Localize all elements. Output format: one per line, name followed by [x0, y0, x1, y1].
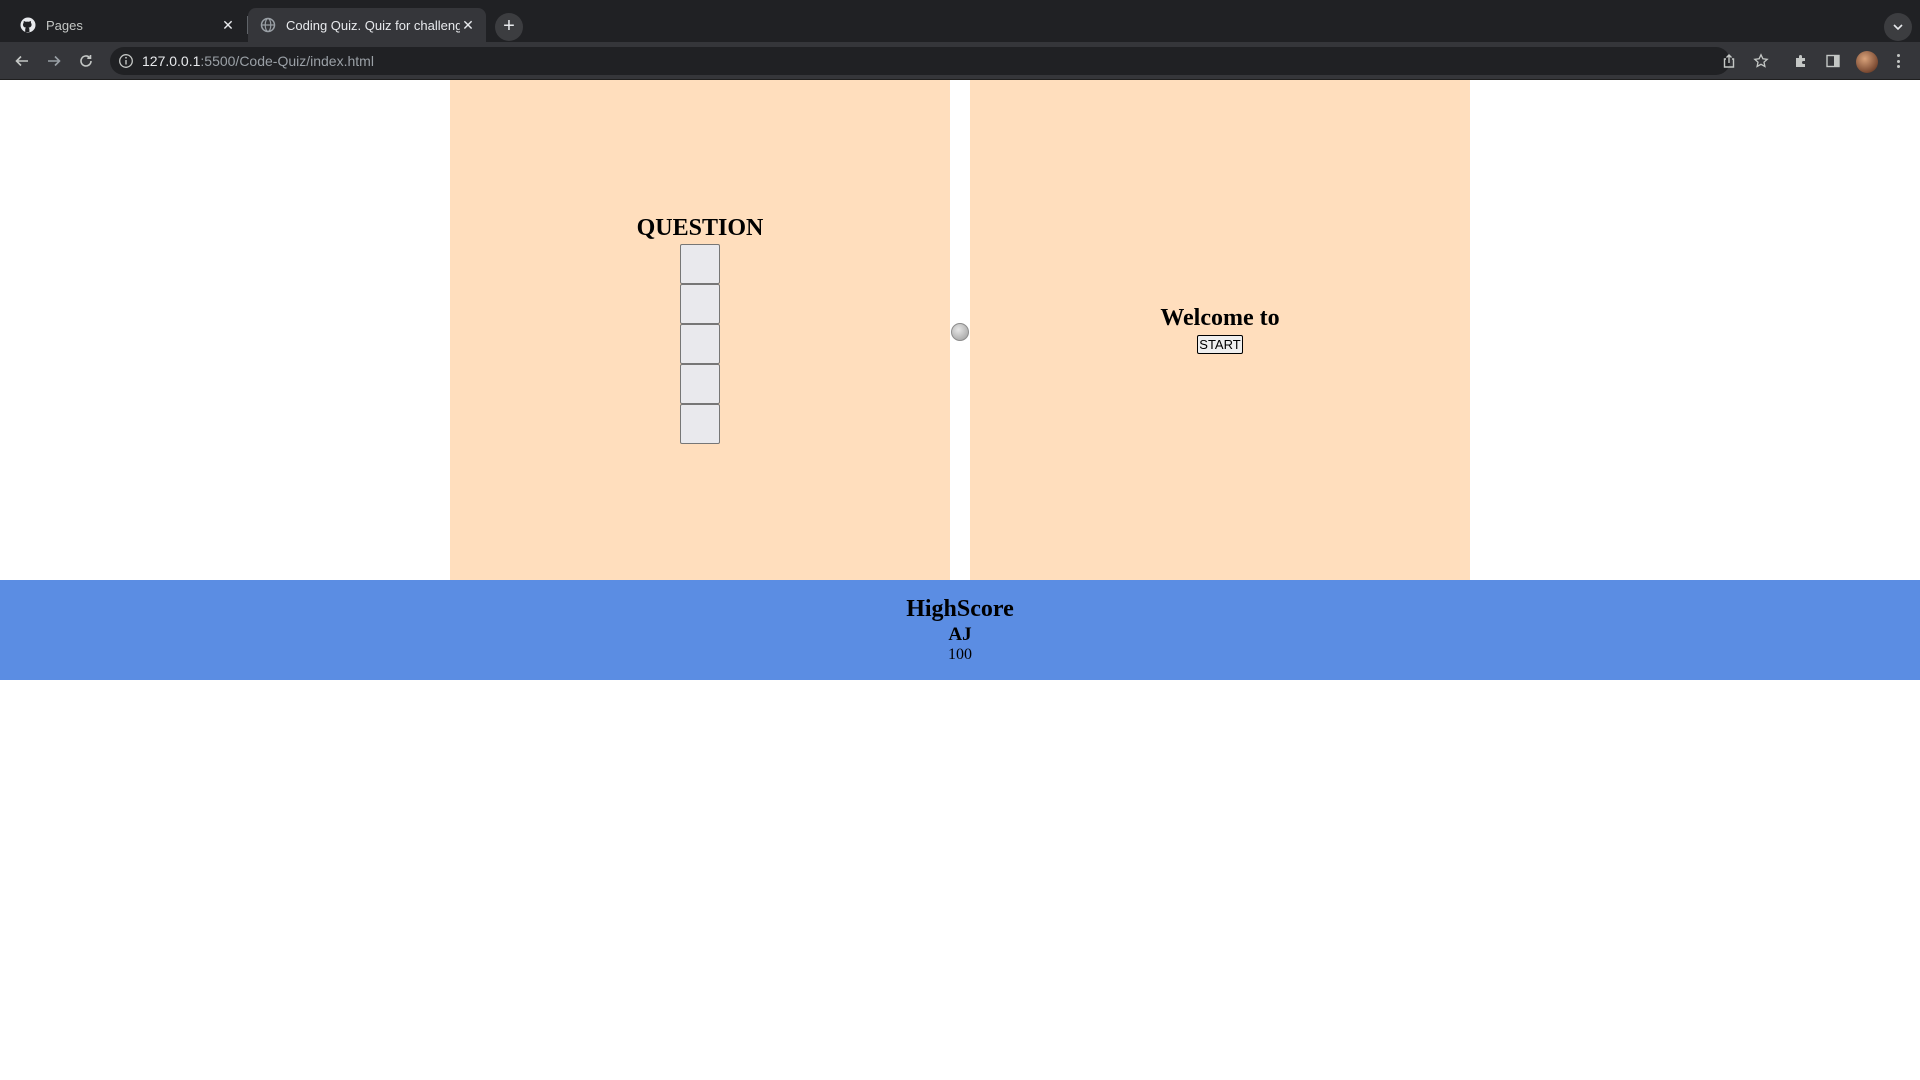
- tab-title: Pages: [46, 17, 83, 33]
- welcome-title: Welcome to: [1160, 305, 1280, 331]
- share-icon[interactable]: [1720, 52, 1738, 70]
- browser-toolbar: 127.0.0.1:5500/Code-Quiz/index.html: [0, 42, 1920, 80]
- url-host: 127.0.0.1: [142, 53, 201, 69]
- reload-icon: [80, 55, 92, 67]
- side-panel-icon[interactable]: [1824, 52, 1842, 70]
- start-button[interactable]: START: [1197, 335, 1243, 354]
- globe-icon: [260, 17, 276, 33]
- answer-button[interactable]: [680, 364, 720, 404]
- extensions-icon[interactable]: [1792, 52, 1810, 70]
- tab-title: Coding Quiz. Quiz for challenge: [286, 17, 460, 33]
- highscore-title: HighScore: [906, 596, 1014, 622]
- github-icon: [20, 17, 36, 33]
- address-bar[interactable]: 127.0.0.1:5500/Code-Quiz/index.html: [110, 47, 1730, 75]
- answer-button[interactable]: [680, 244, 720, 284]
- highscore-name: AJ: [948, 624, 972, 645]
- tab-pages[interactable]: Pages ✕: [8, 8, 246, 42]
- kebab-menu-icon[interactable]: [1890, 52, 1906, 70]
- welcome-panel: Welcome to START: [970, 80, 1470, 580]
- close-icon[interactable]: ✕: [220, 17, 236, 33]
- forward-button[interactable]: [42, 49, 66, 73]
- url-path: :5500/Code-Quiz/index.html: [200, 53, 374, 69]
- question-panel: QUESTION: [450, 80, 950, 580]
- profile-avatar[interactable]: [1856, 51, 1878, 73]
- answer-button[interactable]: [680, 324, 720, 364]
- new-tab-button[interactable]: +: [495, 13, 523, 41]
- tab-search-button[interactable]: [1884, 13, 1912, 41]
- answer-button[interactable]: [680, 404, 720, 444]
- highscore-section: HighScore AJ 100: [0, 580, 1920, 680]
- page-content: QUESTION Welcome to START HighScore AJ 1…: [0, 80, 1920, 1080]
- reload-button[interactable]: [74, 49, 98, 73]
- browser-tab-bar: Pages ✕ Coding Quiz. Quiz for challenge …: [0, 0, 1920, 42]
- arrow-right-icon: [48, 55, 61, 67]
- back-button[interactable]: [10, 49, 34, 73]
- broken-image-icon: [951, 323, 969, 341]
- info-icon[interactable]: [118, 53, 134, 69]
- tab-coding-quiz[interactable]: Coding Quiz. Quiz for challenge ✕: [248, 8, 486, 42]
- arrow-left-icon: [15, 55, 28, 67]
- chevron-down-icon: [1893, 24, 1903, 31]
- url-text: 127.0.0.1:5500/Code-Quiz/index.html: [142, 53, 374, 69]
- bookmark-star-icon[interactable]: [1752, 52, 1770, 70]
- answer-list: [680, 244, 720, 444]
- close-icon[interactable]: ✕: [460, 17, 476, 33]
- answer-button[interactable]: [680, 284, 720, 324]
- question-title: QUESTION: [636, 215, 764, 241]
- highscore-score: 100: [948, 646, 972, 663]
